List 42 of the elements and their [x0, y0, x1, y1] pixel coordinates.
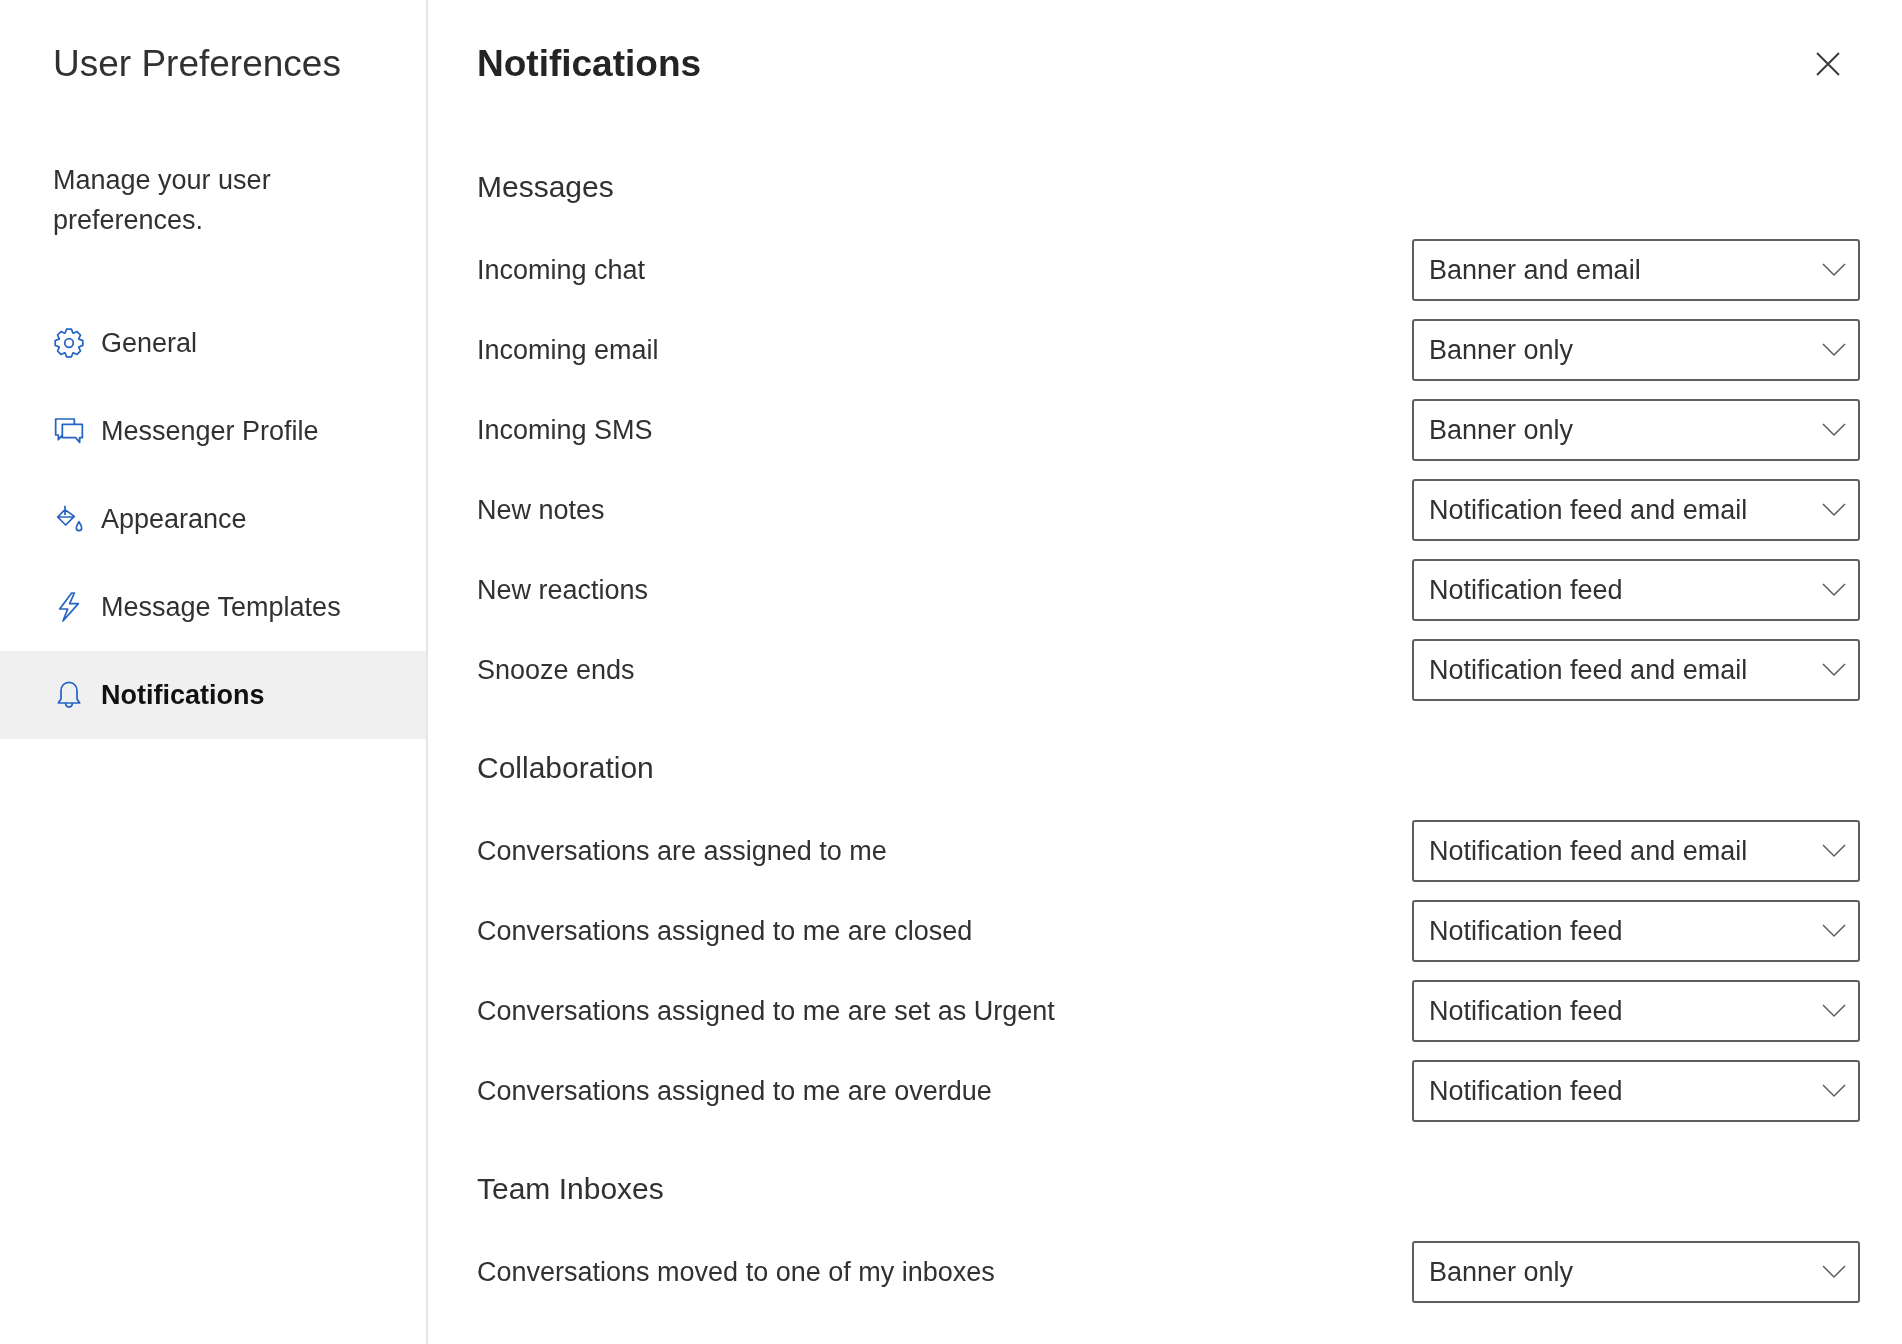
- dropdown[interactable]: Notification feed and email: [1412, 639, 1860, 701]
- setting-label: Conversations are assigned to me: [477, 835, 887, 868]
- chevron-down-icon: [1822, 503, 1846, 517]
- panel-title: Notifications: [477, 42, 702, 86]
- dropdown[interactable]: Notification feed and email: [1412, 479, 1860, 541]
- sidebar-title: User Preferences: [53, 42, 341, 86]
- setting-label: Incoming chat: [477, 254, 646, 287]
- setting-label: New notes: [477, 494, 605, 527]
- description-text: Manage your user preferences.: [53, 164, 272, 237]
- chevron-down-icon: [1822, 1084, 1846, 1098]
- chevron-down-icon: [1822, 583, 1846, 597]
- dropdown[interactable]: Notification feed: [1412, 559, 1860, 621]
- dropdown[interactable]: Banner and email: [1412, 239, 1860, 301]
- setting-label: Incoming SMS: [477, 414, 653, 447]
- dropdown[interactable]: Notification feed and email: [1412, 820, 1860, 882]
- setting-label: Conversations moved to one of my inboxes: [477, 1256, 995, 1289]
- gear-icon: [53, 327, 85, 359]
- nav-item[interactable]: Notifications: [0, 651, 426, 739]
- setting-label: Conversations assigned to me are overdue: [477, 1075, 992, 1108]
- chevron-down-icon: [1822, 1004, 1846, 1018]
- chevron-down-icon: [1822, 1265, 1846, 1279]
- setting-label: Snooze ends: [477, 654, 635, 687]
- dropdown[interactable]: Notification feed: [1412, 980, 1860, 1042]
- chevron-down-icon: [1822, 924, 1846, 938]
- chevron-down-icon: [1822, 663, 1846, 677]
- setting-label: New reactions: [477, 574, 649, 607]
- dropdown[interactable]: Banner only: [1412, 1241, 1860, 1303]
- chevron-down-icon: [1822, 263, 1846, 277]
- setting-label: Incoming email: [477, 334, 659, 367]
- section-heading: Team Inboxes: [477, 1171, 664, 1207]
- dropdown[interactable]: Banner only: [1412, 399, 1860, 461]
- dropdown[interactable]: Notification feed: [1412, 1060, 1860, 1122]
- setting-label: Conversations assigned to me are closed: [477, 915, 973, 948]
- dropdown[interactable]: Banner only: [1412, 319, 1860, 381]
- section-heading: Collaboration: [477, 750, 654, 786]
- section-heading: Messages: [477, 169, 614, 205]
- chevron-down-icon: [1822, 844, 1846, 858]
- chevron-down-icon: [1822, 343, 1846, 357]
- close-icon: [1816, 52, 1840, 76]
- dropdown[interactable]: Notification feed: [1412, 900, 1860, 962]
- setting-label: Conversations assigned to me are set as Urgent: [477, 995, 1055, 1028]
- chevron-down-icon: [1822, 423, 1846, 437]
